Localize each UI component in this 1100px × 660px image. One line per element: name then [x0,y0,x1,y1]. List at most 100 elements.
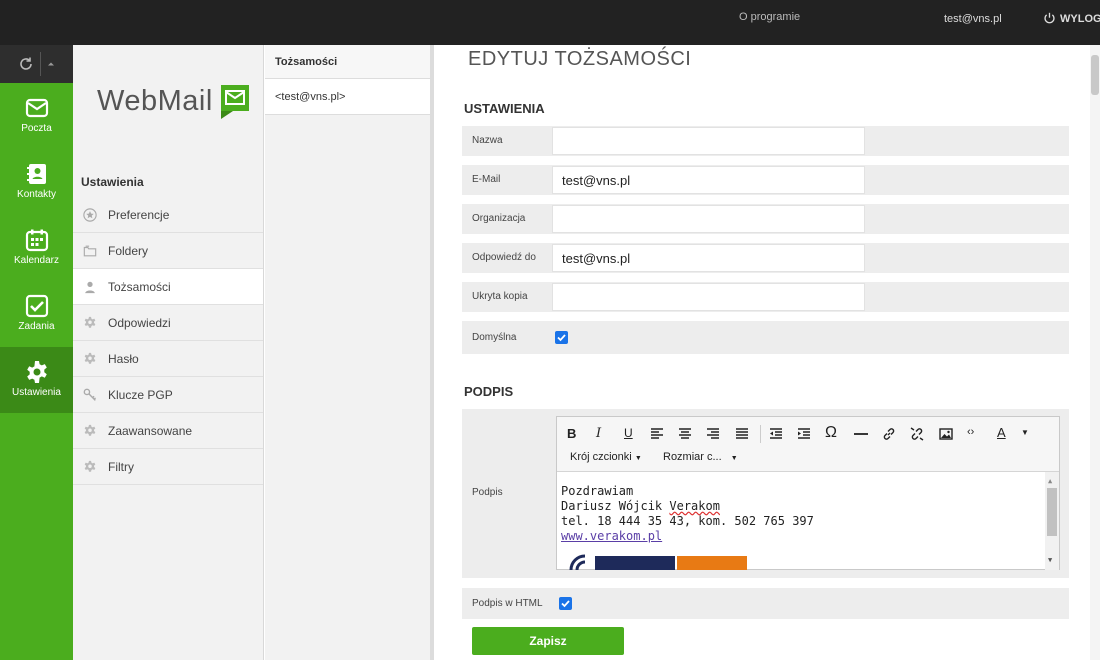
html-signature-checkbox[interactable] [559,597,572,610]
logout-button[interactable]: WYLOG [1043,12,1100,25]
signature-editor[interactable]: B I U Ω ‹› A ▼ Krój czcionki ▼ Rozmiar c… [556,416,1060,570]
top-bar: O programie test@vns.pl WYLOG [0,0,1100,45]
signature-row: Podpis B I U Ω ‹› A ▼ Krój czcionki ▼ Ro… [462,409,1069,578]
font-size-value: Rozmiar c... [663,451,722,463]
settings-item-advanced[interactable]: Zaawansowane [73,413,263,449]
signature-label: Podpis [472,487,503,498]
settings-item-pgp-keys[interactable]: Klucze PGP [73,377,263,413]
main-scrollbar[interactable] [1090,45,1100,660]
chevron-down-icon[interactable]: ▼ [1021,428,1029,437]
editor-toolbar: B I U Ω ‹› A ▼ Krój czcionki ▼ Rozmiar c… [557,417,1059,472]
gear-icon [84,424,96,436]
settings-item-filters[interactable]: Filtry [73,449,263,485]
align-center-icon [679,428,691,439]
indent-icon [798,428,810,439]
html-signature-row: Podpis w HTML [462,588,1069,619]
name-field[interactable] [552,127,865,155]
email-label: E-Mail [472,174,501,185]
default-checkbox[interactable] [555,331,568,344]
calendar-icon [25,229,48,252]
align-right-button[interactable] [706,427,720,441]
nav-calendar[interactable]: Kalendarz [0,215,73,281]
nav-panel: Poczta Kontakty Kalendarz Zadania Ustawi… [0,83,73,660]
text-color-button[interactable]: A [997,425,1006,440]
about-link[interactable]: O programie [739,11,800,23]
unlink-icon [910,427,924,441]
settings-item-identities[interactable]: Tożsamości [73,269,263,305]
nav-settings[interactable]: Ustawienia [0,347,73,413]
link-icon [883,428,895,440]
settings-item-label: Hasło [108,351,139,366]
default-label: Domyślna [472,332,517,343]
settings-section-title: USTAWIENIA [464,101,545,116]
align-center-button[interactable] [678,427,692,441]
settings-item-label: Odpowiedzi [108,315,171,330]
organization-field[interactable] [552,205,865,233]
settings-item-label: Zaawansowane [108,423,193,438]
editor-scroll-thumb[interactable] [1047,488,1057,536]
settings-heading: Ustawienia [81,175,144,189]
unlink-button[interactable] [910,427,924,441]
signature-link[interactable]: www.verakom.pl [561,529,1059,544]
bold-button[interactable]: B [567,426,576,441]
html-signature-label: Podpis w HTML [472,598,543,609]
gear-icon [84,316,96,328]
logo-envelope-icon [221,85,249,119]
scroll-thumb[interactable] [1091,55,1099,95]
key-icon [83,388,97,401]
signature-content[interactable]: Pozdrawiam Dariusz Wójcik Verakom tel. 1… [557,472,1059,570]
name-label: Nazwa [472,135,503,146]
checkmark-icon [561,600,570,608]
save-button[interactable]: Zapisz [472,627,624,655]
organization-row: Organizacja [462,204,1069,234]
refresh-control[interactable] [0,45,73,83]
align-left-button[interactable] [650,427,664,441]
email-row: E-Mail test@vns.pl [462,165,1069,195]
webmail-logo: WebMail [97,85,213,117]
justify-button[interactable] [735,427,749,441]
justify-icon [736,428,748,439]
source-code-button[interactable]: ‹› [967,426,974,438]
indent-button[interactable] [797,427,811,441]
horizontal-rule-button[interactable] [854,427,868,441]
address-book-icon [26,164,46,184]
special-char-button[interactable]: Ω [825,424,837,442]
toolbar-divider [760,425,761,443]
image-button[interactable] [939,427,953,441]
organization-label: Organizacja [472,213,526,224]
font-family-select[interactable]: Krój czcionki ▼ [570,451,642,463]
settings-item-password[interactable]: Hasło [73,341,263,377]
list-item[interactable]: <test@vns.pl> [265,79,430,115]
horizontal-rule-icon [854,433,868,435]
nav-mail[interactable]: Poczta [0,83,73,149]
caret-up-icon[interactable] [47,60,55,68]
envelope-icon [25,98,48,118]
refresh-icon[interactable] [18,56,34,72]
editor-scrollbar[interactable]: ▲ ▼ [1045,472,1059,570]
font-size-select[interactable]: Rozmiar c... ▼ [663,451,738,463]
toolbar-divider [40,52,41,76]
signature-line: Pozdrawiam [561,484,634,498]
reply-to-field[interactable]: test@vns.pl [552,244,865,272]
nav-contacts[interactable]: Kontakty [0,149,73,215]
settings-item-folders[interactable]: Foldery [73,233,263,269]
underline-button[interactable]: U [624,426,633,440]
email-field[interactable]: test@vns.pl [552,166,865,194]
star-icon [83,207,97,222]
power-icon [1044,12,1055,24]
settings-item-preferences[interactable]: Preferencje [73,197,263,233]
outdent-button[interactable] [769,427,783,441]
settings-item-responses[interactable]: Odpowiedzi [73,305,263,341]
caret-down-icon[interactable]: ▼ [1048,553,1052,568]
identities-list: Tożsamości <test@vns.pl> [265,45,434,660]
link-button[interactable] [882,427,896,441]
settings-item-label: Filtry [108,459,134,474]
settings-item-label: Preferencje [108,207,170,222]
user-email[interactable]: test@vns.pl [944,13,1002,25]
chevron-down-icon: ▼ [634,455,642,462]
identity-editor: EDYTUJ TOŻSAMOŚCI USTAWIENIA Nazwa E-Mai… [438,45,1100,660]
italic-button[interactable]: I [596,426,601,441]
bcc-field[interactable] [552,283,865,311]
caret-up-icon[interactable]: ▲ [1048,474,1052,489]
nav-tasks[interactable]: Zadania [0,281,73,347]
